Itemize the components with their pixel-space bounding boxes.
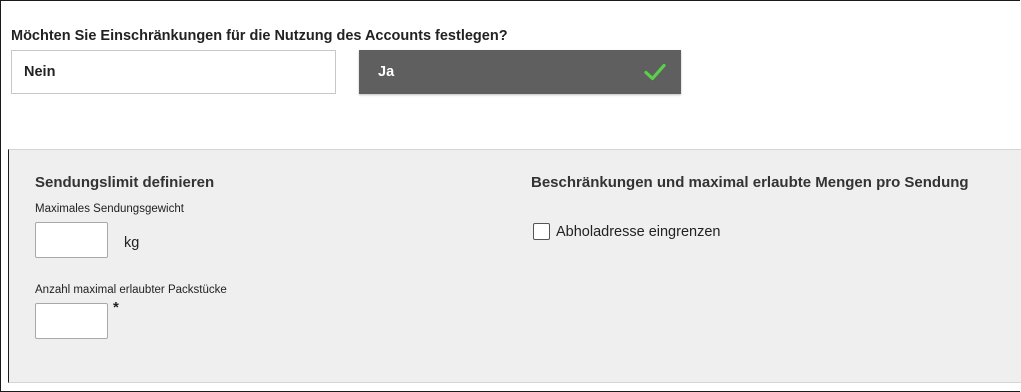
yes-option-label: Ja — [378, 64, 395, 80]
max-weight-label: Maximales Sendungsgewicht — [35, 203, 184, 215]
required-marker: * — [113, 299, 119, 316]
no-option-button[interactable]: Nein — [11, 50, 336, 94]
restrictions-panel: Sendungslimit definieren Maximales Sendu… — [8, 149, 1021, 383]
yes-option-button[interactable]: Ja — [359, 50, 681, 94]
no-option-label: Nein — [24, 64, 56, 80]
max-weight-input[interactable] — [35, 222, 108, 258]
shipment-limit-title: Sendungslimit definieren — [35, 174, 215, 191]
restrictions-question: Möchten Sie Einschränkungen für die Nutz… — [11, 28, 508, 44]
check-icon — [644, 63, 666, 81]
max-pieces-input[interactable] — [35, 303, 108, 339]
weight-unit-label: kg — [124, 235, 140, 251]
max-pieces-label: Anzahl maximal erlaubter Packstücke — [35, 284, 227, 296]
pickup-address-checkbox[interactable] — [533, 223, 550, 240]
restrictions-title: Beschränkungen und maximal erlaubte Meng… — [531, 174, 969, 191]
pickup-address-checkbox-row[interactable]: Abholadresse eingrenzen — [533, 223, 720, 240]
pickup-address-checkbox-label[interactable]: Abholadresse eingrenzen — [556, 224, 720, 240]
